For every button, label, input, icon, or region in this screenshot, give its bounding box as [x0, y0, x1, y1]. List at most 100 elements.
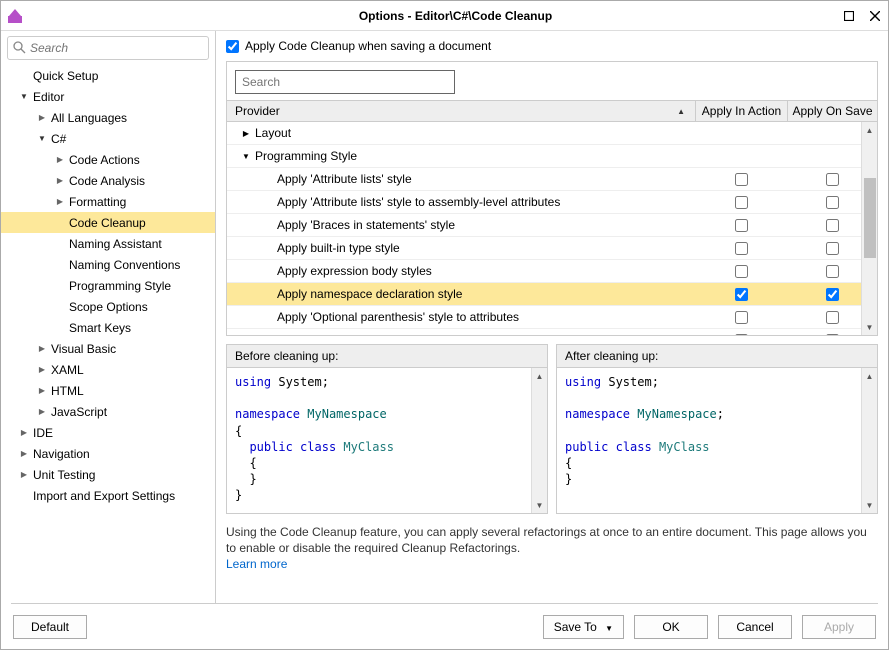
tree-item[interactable]: Naming Assistant	[1, 233, 215, 254]
tree-item[interactable]: Editor	[1, 86, 215, 107]
apply-in-action-checkbox[interactable]	[735, 265, 748, 278]
column-apply-on-save[interactable]: Apply On Save	[787, 101, 877, 121]
tree-item[interactable]: Navigation	[1, 443, 215, 464]
tree-item[interactable]: Programming Style	[1, 275, 215, 296]
tree-label: JavaScript	[51, 405, 107, 419]
provider-row[interactable]: Apply 'Optional parenthesis' style to ne…	[227, 329, 877, 335]
provider-label: Apply namespace declaration style	[277, 287, 462, 301]
close-button[interactable]	[862, 1, 888, 31]
tree-item[interactable]: Code Actions	[1, 149, 215, 170]
chevron-right-icon[interactable]	[19, 449, 29, 458]
providers-panel: Provider ▲ Apply In Action Apply On Save…	[226, 61, 878, 336]
apply-in-action-checkbox[interactable]	[735, 173, 748, 186]
apply-in-action-checkbox[interactable]	[735, 311, 748, 324]
chevron-down-icon[interactable]	[37, 134, 47, 143]
column-apply-in-action[interactable]: Apply In Action	[695, 101, 787, 121]
apply-in-action-checkbox[interactable]	[735, 219, 748, 232]
chevron-right-icon[interactable]	[55, 155, 65, 164]
options-tree[interactable]: Quick SetupEditorAll LanguagesC#Code Act…	[1, 65, 215, 603]
after-pane: After cleaning up: using System; namespa…	[556, 344, 878, 514]
tree-item[interactable]: Visual Basic	[1, 338, 215, 359]
tree-label: IDE	[33, 426, 53, 440]
chevron-right-icon[interactable]	[241, 129, 251, 138]
apply-button[interactable]: Apply	[802, 615, 876, 639]
provider-row[interactable]: Apply 'Attribute lists' style to assembl…	[227, 191, 877, 214]
scrollbar[interactable]: ▲ ▼	[861, 368, 877, 513]
apply-in-action-checkbox[interactable]	[735, 334, 748, 336]
tree-item[interactable]: Quick Setup	[1, 65, 215, 86]
chevron-right-icon[interactable]	[37, 386, 47, 395]
apply-on-save-checkbox[interactable]	[826, 219, 839, 232]
provider-row[interactable]: Programming Style	[227, 145, 877, 168]
app-icon	[7, 8, 23, 24]
tree-item[interactable]: Import and Export Settings	[1, 485, 215, 506]
apply-in-action-checkbox[interactable]	[735, 288, 748, 301]
tree-item[interactable]: C#	[1, 128, 215, 149]
chevron-right-icon[interactable]	[55, 176, 65, 185]
provider-row[interactable]: Apply 'Braces in statements' style	[227, 214, 877, 237]
chevron-right-icon[interactable]	[55, 197, 65, 206]
chevron-right-icon[interactable]	[37, 365, 47, 374]
chevron-down-icon[interactable]	[19, 92, 29, 101]
learn-more-link[interactable]: Learn more	[226, 557, 287, 571]
provider-row[interactable]: Apply built-in type style	[227, 237, 877, 260]
tree-item[interactable]: Code Cleanup	[1, 212, 215, 233]
save-to-button[interactable]: Save To	[543, 615, 624, 639]
tree-item[interactable]: IDE	[1, 422, 215, 443]
provider-label: Apply 'Attribute lists' style	[277, 172, 412, 186]
apply-on-save-checkbox[interactable]	[826, 196, 839, 209]
apply-on-save-checkbox[interactable]	[826, 173, 839, 186]
chevron-right-icon[interactable]	[37, 407, 47, 416]
provider-list[interactable]: Layout Programming Style Apply 'Attribute …	[227, 122, 877, 335]
scrollbar[interactable]: ▲ ▼	[531, 368, 547, 513]
apply-in-action-checkbox[interactable]	[735, 196, 748, 209]
scroll-up-icon[interactable]: ▲	[862, 122, 877, 138]
chevron-right-icon[interactable]	[37, 113, 47, 122]
apply-on-save-input[interactable]	[226, 40, 239, 53]
tree-item[interactable]: HTML	[1, 380, 215, 401]
provider-label: Apply built-in type style	[277, 241, 400, 255]
tree-item[interactable]: JavaScript	[1, 401, 215, 422]
tree-item[interactable]: All Languages	[1, 107, 215, 128]
tree-item[interactable]: Naming Conventions	[1, 254, 215, 275]
scroll-up-icon[interactable]: ▲	[532, 368, 547, 384]
column-provider[interactable]: Provider ▲	[227, 104, 695, 118]
maximize-button[interactable]	[836, 1, 862, 31]
tree-item[interactable]: Code Analysis	[1, 170, 215, 191]
apply-in-action-checkbox[interactable]	[735, 242, 748, 255]
provider-row[interactable]: Apply 'Attribute lists' style	[227, 168, 877, 191]
scroll-up-icon[interactable]: ▲	[862, 368, 877, 384]
ok-button[interactable]: OK	[634, 615, 708, 639]
apply-on-save-checkbox[interactable]	[826, 334, 839, 336]
tree-item[interactable]: Scope Options	[1, 296, 215, 317]
provider-search-input[interactable]	[235, 70, 455, 94]
provider-label: Layout	[255, 126, 291, 140]
tree-item[interactable]: XAML	[1, 359, 215, 380]
tree-item[interactable]: Smart Keys	[1, 317, 215, 338]
chevron-right-icon[interactable]	[19, 428, 29, 437]
chevron-down-icon[interactable]	[241, 152, 251, 161]
chevron-right-icon[interactable]	[37, 344, 47, 353]
chevron-right-icon[interactable]	[19, 470, 29, 479]
scroll-thumb[interactable]	[864, 178, 876, 258]
scroll-down-icon[interactable]: ▼	[532, 497, 547, 513]
provider-row[interactable]: Apply namespace declaration style	[227, 283, 877, 306]
cancel-button[interactable]: Cancel	[718, 615, 792, 639]
default-button[interactable]: Default	[13, 615, 87, 639]
scroll-down-icon[interactable]: ▼	[862, 319, 877, 335]
tree-label: HTML	[51, 384, 84, 398]
provider-row[interactable]: Apply 'Optional parenthesis' style to at…	[227, 306, 877, 329]
sidebar-search[interactable]	[7, 36, 209, 60]
tree-item[interactable]: Unit Testing	[1, 464, 215, 485]
tree-item[interactable]: Formatting	[1, 191, 215, 212]
provider-row[interactable]: Layout	[227, 122, 877, 145]
apply-on-save-checkbox[interactable]: Apply Code Cleanup when saving a documen…	[226, 39, 878, 53]
apply-on-save-checkbox[interactable]	[826, 311, 839, 324]
apply-on-save-checkbox[interactable]	[826, 288, 839, 301]
apply-on-save-checkbox[interactable]	[826, 242, 839, 255]
sidebar-search-input[interactable]	[30, 41, 204, 55]
provider-row[interactable]: Apply expression body styles	[227, 260, 877, 283]
scroll-down-icon[interactable]: ▼	[862, 497, 877, 513]
apply-on-save-checkbox[interactable]	[826, 265, 839, 278]
scrollbar[interactable]: ▲ ▼	[861, 122, 877, 335]
